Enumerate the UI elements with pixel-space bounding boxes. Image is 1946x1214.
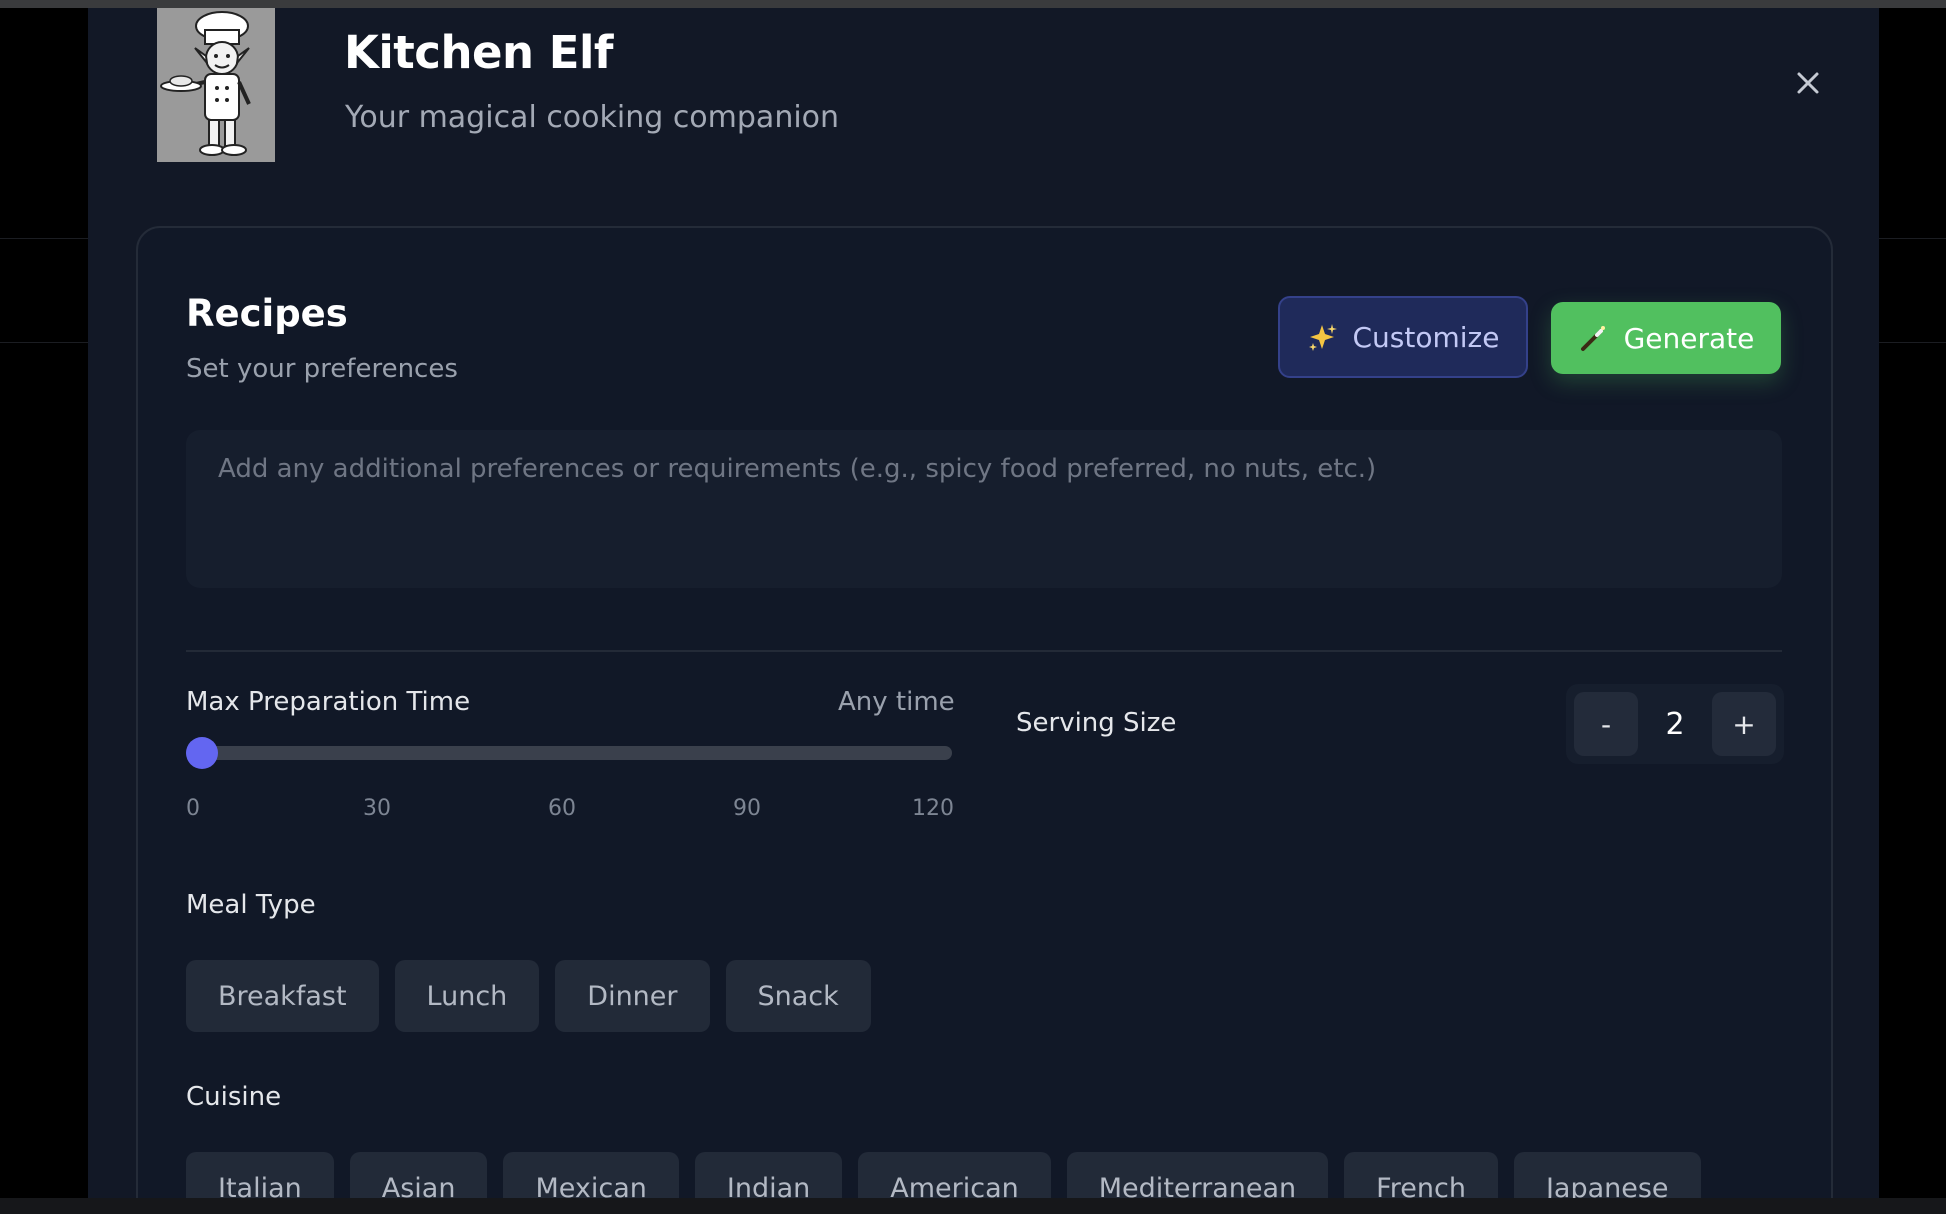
meal-type-chip-lunch[interactable]: Lunch (394, 960, 540, 1032)
window-bottom-bar (0, 1198, 1946, 1214)
preferences-textarea[interactable] (186, 430, 1782, 588)
cuisine-label: Cuisine (186, 1082, 282, 1112)
cuisine-chip-french[interactable]: French (1344, 1152, 1498, 1198)
meal-type-chip-snack[interactable]: Snack (725, 960, 871, 1032)
slider-tick-label: 0 (186, 796, 200, 821)
window-top-bar (0, 0, 1946, 8)
background-divider (0, 238, 88, 239)
close-button[interactable] (1791, 66, 1825, 100)
serving-size-label: Serving Size (1016, 708, 1177, 738)
card-subtitle: Set your preferences (186, 354, 458, 384)
recipes-card: Recipes Set your preferences Customize G… (136, 226, 1833, 1198)
cuisine-chip-mexican[interactable]: Mexican (503, 1152, 679, 1198)
chef-elf-illustration (160, 11, 251, 156)
cuisine-chip-mediterranean[interactable]: Mediterranean (1066, 1152, 1329, 1198)
app-subtitle: Your magical cooking companion (345, 100, 840, 135)
background-divider (1879, 342, 1946, 343)
app-title: Kitchen Elf (344, 26, 613, 79)
cuisine-chip-italian[interactable]: Italian (186, 1152, 334, 1198)
meal-type-chip-dinner[interactable]: Dinner (555, 960, 710, 1032)
meal-type-label: Meal Type (186, 890, 316, 920)
slider-thumb[interactable] (186, 737, 218, 769)
kitchen-elf-modal: Kitchen Elf Your magical cooking compani… (88, 8, 1879, 1198)
card-title: Recipes (186, 292, 348, 335)
cuisine-options: Italian Asian Mexican Indian American Me… (186, 1152, 1701, 1198)
cuisine-chip-american[interactable]: American (858, 1152, 1051, 1198)
serving-size-stepper: - 2 + (1566, 684, 1784, 764)
close-icon (1797, 72, 1819, 94)
prep-time-value: Any time (838, 687, 955, 717)
prep-time-slider[interactable] (186, 737, 952, 769)
background-divider (0, 342, 88, 343)
customize-label: Customize (1352, 320, 1500, 354)
slider-tick-label: 120 (912, 796, 954, 821)
customize-button[interactable]: Customize (1278, 296, 1528, 378)
cuisine-chip-asian[interactable]: Asian (349, 1152, 488, 1198)
cuisine-chip-indian[interactable]: Indian (694, 1152, 843, 1198)
meal-type-chip-breakfast[interactable]: Breakfast (186, 960, 379, 1032)
background-divider (1879, 238, 1946, 239)
magic-wand-icon (1580, 326, 1605, 351)
generate-button[interactable]: Generate (1551, 302, 1781, 374)
chef-elf-logo (157, 8, 275, 162)
increment-button[interactable]: + (1712, 692, 1776, 756)
slider-tick-label: 30 (363, 796, 391, 821)
section-divider (186, 650, 1782, 652)
slider-tick-label: 90 (733, 796, 761, 821)
generate-label: Generate (1623, 321, 1755, 355)
sparkles-icon (1308, 324, 1337, 351)
serving-size-value: 2 (1665, 706, 1685, 742)
meal-type-options: Breakfast Lunch Dinner Snack (186, 960, 871, 1032)
decrement-button[interactable]: - (1574, 692, 1638, 756)
prep-time-label: Max Preparation Time (186, 687, 471, 717)
slider-tick-label: 60 (548, 796, 576, 821)
cuisine-chip-japanese[interactable]: Japanese (1513, 1152, 1701, 1198)
